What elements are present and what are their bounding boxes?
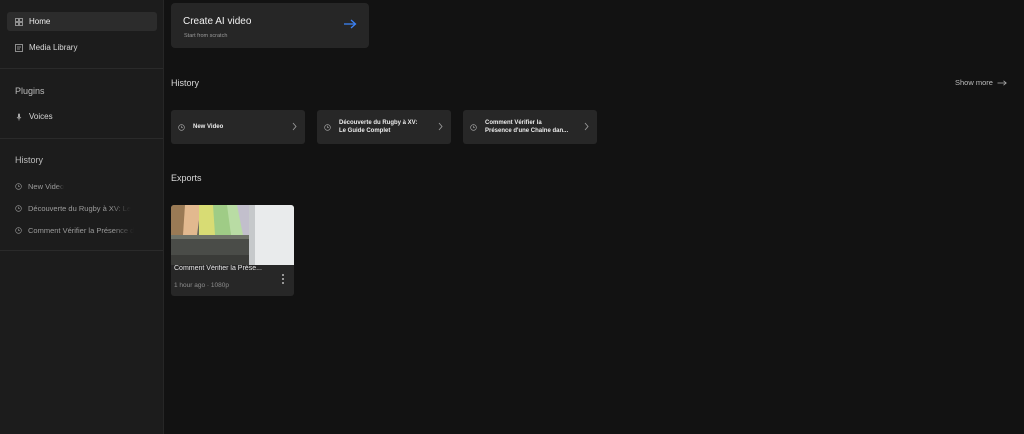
history-card-title-line1: Découverte du Rugby à XV: (339, 120, 418, 126)
chevron-right-icon (292, 122, 297, 131)
sidebar-history-item[interactable]: New Video (7, 177, 157, 195)
more-options-icon[interactable] (280, 273, 286, 285)
sidebar-history-label: Comment Vérifier la Présence d (28, 225, 135, 235)
history-heading: History (171, 78, 200, 88)
arrow-right-icon (344, 19, 357, 29)
history-card[interactable]: Découverte du Rugby à XV: Le Guide Compl… (317, 110, 451, 144)
sidebar-item-home[interactable]: Home (7, 12, 157, 31)
show-more-label: Show more (955, 78, 993, 87)
clock-icon (15, 226, 22, 234)
create-ai-video-card[interactable]: Create AI video Start from scratch (171, 3, 369, 48)
exports-heading: Exports (171, 173, 202, 183)
sidebar-divider (0, 138, 163, 139)
video-thumbnail (171, 205, 294, 265)
sidebar-history-item[interactable]: Découverte du Rugby à XV: Le (7, 199, 157, 217)
clock-icon (15, 204, 22, 212)
history-card-title-line2: Présence d'une Chaîne dan... (485, 128, 569, 134)
sidebar-history-item[interactable]: Comment Vérifier la Présence d (7, 221, 157, 239)
clock-icon (15, 182, 22, 190)
export-meta: 1 hour ago · 1080p (174, 282, 229, 289)
export-title: Comment Vérifier la Prése... (174, 265, 262, 272)
history-card-title-line2: Le Guide Complet (339, 128, 391, 134)
sidebar-divider (0, 250, 163, 251)
clock-icon (324, 124, 331, 131)
arrow-right-icon (997, 79, 1007, 86)
clock-icon (178, 124, 185, 131)
sidebar-divider (0, 68, 163, 69)
sidebar-item-label: Media Library (29, 43, 78, 52)
sidebar-item-media-library[interactable]: Media Library (7, 38, 157, 57)
microphone-icon (15, 113, 23, 121)
history-card-title-line1: Comment Vérifier la (485, 120, 542, 126)
chevron-right-icon (438, 122, 443, 131)
sidebar-history-label: Découverte du Rugby à XV: Le (28, 203, 132, 213)
sidebar-item-label: Home (29, 17, 51, 26)
sidebar-item-label: Voices (29, 112, 53, 121)
sidebar: Home Media Library Plugins Voices Histor… (0, 0, 164, 434)
sidebar-item-voices[interactable]: Voices (7, 107, 157, 126)
chevron-right-icon (584, 122, 589, 131)
plugins-section-title: Plugins (15, 86, 45, 96)
create-card-title: Create AI video (183, 16, 252, 27)
history-section-title: History (15, 155, 44, 165)
home-grid-icon (15, 17, 23, 26)
create-card-subtitle: Start from scratch (184, 33, 228, 39)
history-card[interactable]: New Video (171, 110, 305, 144)
history-card[interactable]: Comment Vérifier la Présence d'une Chaîn… (463, 110, 597, 144)
media-library-icon (15, 43, 23, 52)
show-more-link[interactable]: Show more (955, 78, 1007, 87)
clock-icon (470, 124, 477, 131)
history-card-title: New Video (193, 124, 224, 130)
sidebar-history-label: New Video (28, 181, 65, 191)
